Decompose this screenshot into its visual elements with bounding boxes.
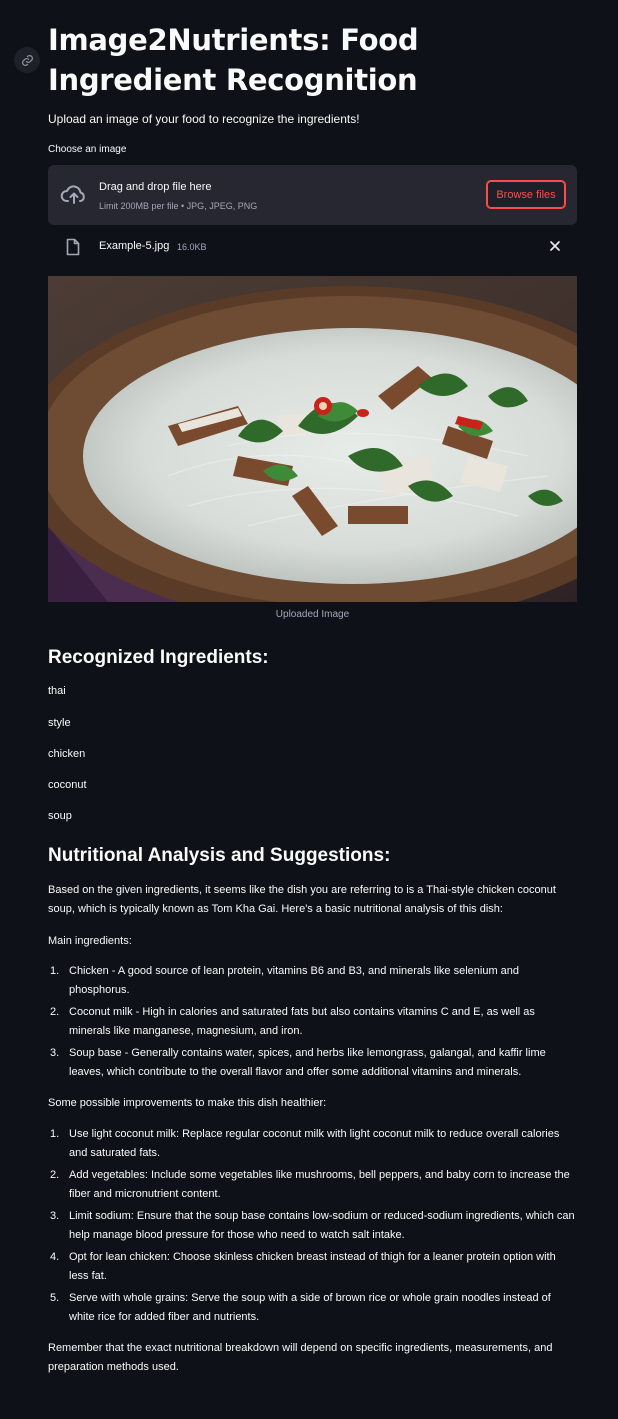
ingredient-item: soup — [48, 810, 72, 822]
list-item: 3. Limit sodium: Ensure that the soup bas… — [50, 1210, 575, 1241]
ingredient-item: thai — [48, 685, 66, 697]
ingredient-item: coconut — [48, 779, 87, 791]
page-subtitle: Upload an image of your food to recogniz… — [48, 112, 360, 126]
file-icon — [66, 238, 80, 256]
file-size: 16.0KB — [177, 242, 207, 252]
main-ingredients-heading: Main ingredients: — [48, 935, 132, 947]
page-title: Image2Nutrients: Food Ingredient Recogni… — [48, 23, 419, 97]
improvements-heading: Some possible improvements to make this … — [48, 1097, 327, 1109]
anchor-link-button[interactable] — [14, 47, 40, 73]
list-item-text: Coconut milk - High in calories and satu… — [69, 1006, 535, 1037]
list-item: 1. Chicken - A good source of lean protei… — [50, 965, 520, 996]
list-item-text: Chicken - A good source of lean protein,… — [69, 965, 520, 996]
ingredient-item: chicken — [48, 748, 86, 760]
improvements-list: 1. Use light coconut milk: Replace regula… — [48, 1125, 577, 1330]
close-icon[interactable] — [547, 238, 563, 254]
list-item-text: Add vegetables: Include some vegetables … — [69, 1169, 570, 1200]
link-icon — [21, 54, 33, 66]
list-item: 3. Soup base - Generally contains water, … — [50, 1047, 546, 1078]
list-item: 2. Coconut milk - High in calories and sa… — [50, 1006, 535, 1037]
dropzone-instructions: Drag and drop file here — [99, 181, 212, 193]
file-dropzone[interactable]: Drag and drop file here Limit 200MB per … — [48, 165, 577, 225]
analysis-heading: Nutritional Analysis and Suggestions: — [48, 845, 391, 866]
analysis-outro: Remember that the exact nutritional brea… — [48, 1342, 553, 1373]
image-caption: Uploaded Image — [275, 609, 350, 620]
list-item-text: Soup base - Generally contains water, sp… — [69, 1047, 546, 1078]
main-ingredients-list: 1. Chicken - A good source of lean protei… — [48, 962, 577, 1085]
ingredients-heading: Recognized Ingredients: — [48, 647, 269, 668]
browse-files-button[interactable]: Browse files — [486, 180, 566, 209]
uploaded-file-row: Example-5.jpg 16.0KB — [48, 235, 577, 259]
list-item: 5. Serve with whole grains: Serve the sou… — [50, 1292, 551, 1323]
ingredient-item: style — [48, 717, 71, 729]
file-name: Example-5.jpg — [99, 240, 170, 252]
cloud-upload-icon — [60, 185, 85, 204]
uploader-label: Choose an image — [48, 144, 127, 155]
list-item-text: Use light coconut milk: Replace regular … — [69, 1128, 560, 1159]
list-item-text: Opt for lean chicken: Choose skinless ch… — [69, 1251, 556, 1282]
list-item-text: Serve with whole grains: Serve the soup … — [69, 1292, 551, 1323]
dropzone-limit: Limit 200MB per file • JPG, JPEG, PNG — [99, 201, 258, 211]
analysis-intro: Based on the given ingredients, it seems… — [48, 884, 556, 915]
uploaded-food-image — [48, 276, 577, 602]
list-item-text: Limit sodium: Ensure that the soup base … — [69, 1210, 575, 1241]
list-item: 4. Opt for lean chicken: Choose skinless … — [50, 1251, 556, 1282]
list-item: 1. Use light coconut milk: Replace regula… — [50, 1128, 560, 1159]
list-item: 2. Add vegetables: Include some vegetable… — [50, 1169, 570, 1200]
